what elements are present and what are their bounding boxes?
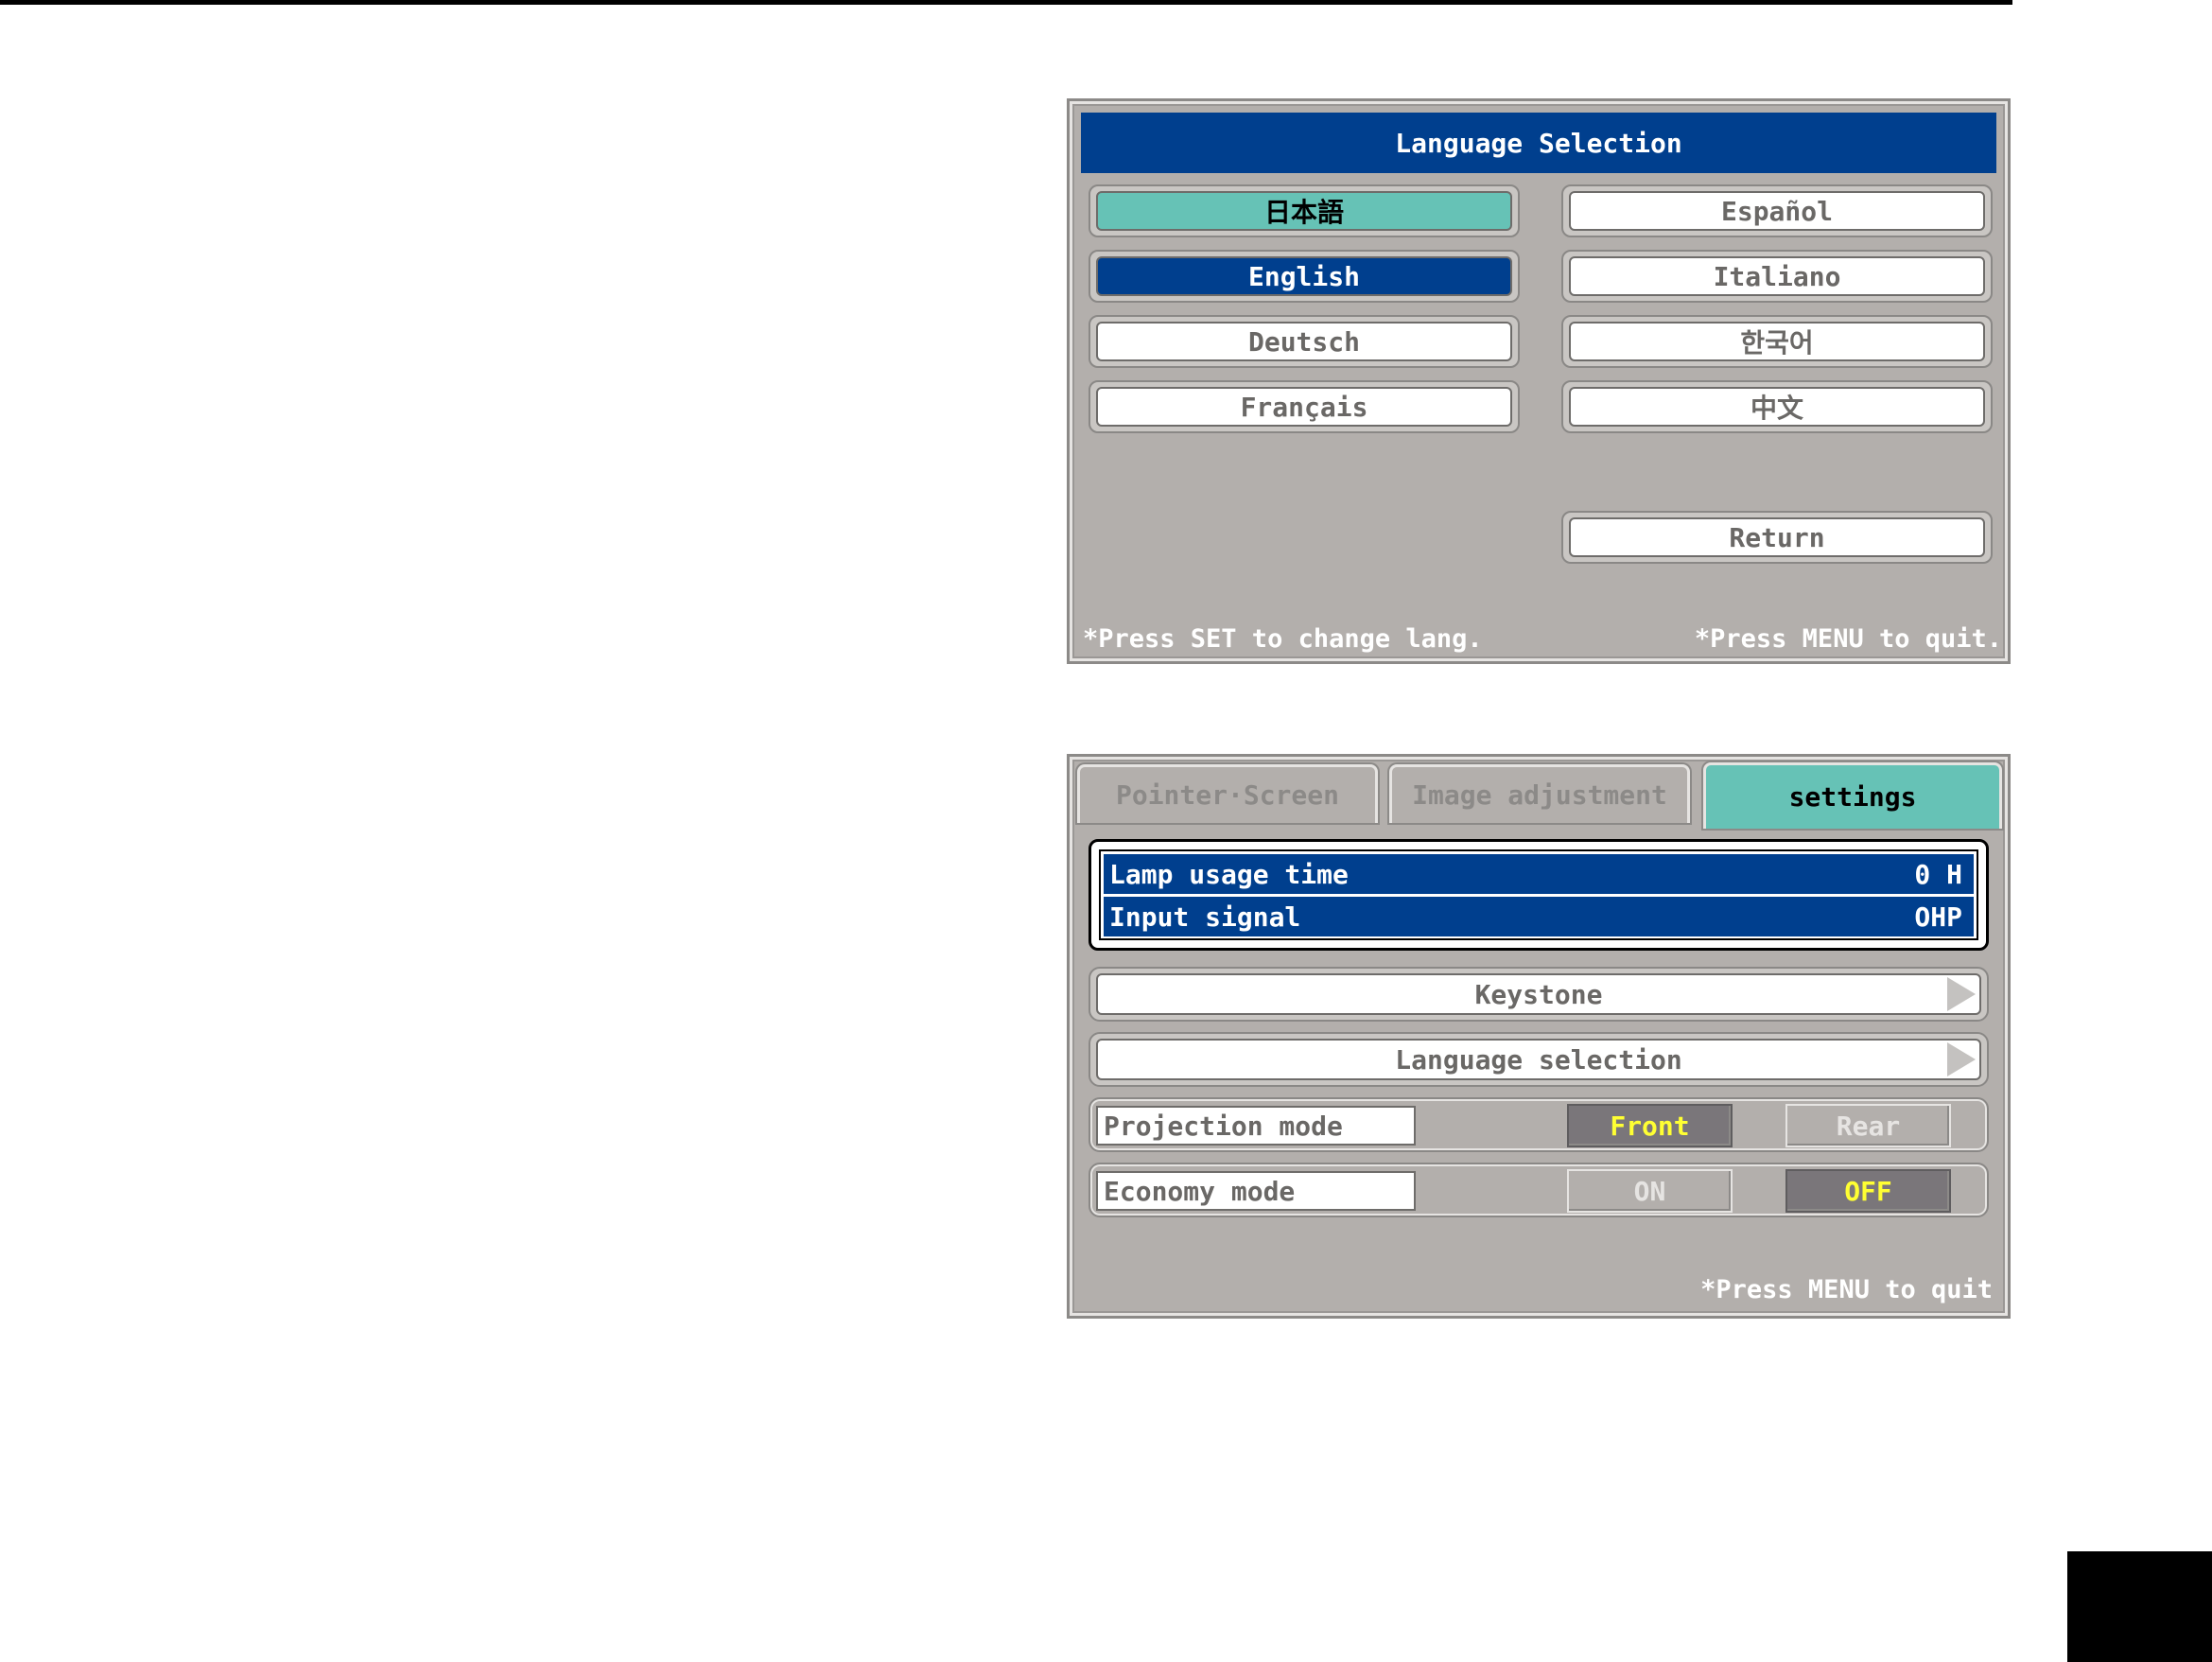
- lang-button-spanish[interactable]: Español: [1561, 184, 1993, 237]
- lang-button-english[interactable]: English: [1089, 250, 1520, 303]
- lang-button-german[interactable]: Deutsch: [1089, 315, 1520, 368]
- dialog-title: Language Selection: [1081, 113, 1996, 173]
- projection-mode-label: Projection mode: [1096, 1106, 1416, 1146]
- lang-button-korean[interactable]: 한국어: [1561, 315, 1993, 368]
- lamp-usage-label: Lamp usage time: [1109, 858, 1349, 890]
- lang-label-english: English: [1096, 256, 1512, 296]
- language-selection-button[interactable]: Language selection: [1089, 1032, 1989, 1087]
- input-signal-label: Input signal: [1109, 901, 1301, 933]
- arrow-right-icon: [1947, 1042, 1976, 1076]
- lang-button-french[interactable]: Français: [1089, 380, 1520, 433]
- language-selection-label: Language selection: [1395, 1043, 1682, 1076]
- lang-label-chinese: 中文: [1569, 387, 1985, 427]
- language-selection-dialog: Language Selection 日本語 English Deutsch F…: [1067, 98, 2011, 664]
- projection-rear-option[interactable]: Rear: [1785, 1104, 1951, 1147]
- lang-label-french: Français: [1096, 387, 1512, 427]
- page-tab-marker: [2067, 1551, 2212, 1662]
- tab-image-adjustment[interactable]: Image adjustment: [1389, 764, 1690, 823]
- lang-button-chinese[interactable]: 中文: [1561, 380, 1993, 433]
- return-label: Return: [1569, 517, 1985, 557]
- arrow-right-icon: [1947, 977, 1976, 1011]
- footer-hint-menu: *Press MENU to quit: [1700, 1275, 1993, 1304]
- lang-button-japanese[interactable]: 日本語: [1089, 184, 1520, 237]
- economy-mode-row: Economy mode ON OFF: [1089, 1163, 1989, 1217]
- tab-settings[interactable]: settings: [1703, 762, 2002, 829]
- top-rule: [0, 0, 2012, 5]
- footer-hint-menu: *Press MENU to quit.: [1694, 624, 2002, 654]
- projection-mode-row: Projection mode Front Rear: [1089, 1097, 1989, 1152]
- status-info-box: Lamp usage time 0 H Input signal OHP: [1089, 839, 1989, 951]
- projection-front-option[interactable]: Front: [1567, 1104, 1733, 1147]
- tab-pointer-screen[interactable]: Pointer·Screen: [1077, 764, 1378, 823]
- lang-label-japanese: 日本語: [1096, 191, 1512, 231]
- economy-off-option[interactable]: OFF: [1785, 1169, 1951, 1213]
- economy-on-option[interactable]: ON: [1567, 1169, 1733, 1213]
- lamp-usage-value: 0 H: [1914, 858, 1962, 890]
- keystone-button[interactable]: Keystone: [1089, 967, 1989, 1022]
- input-signal-value: OHP: [1914, 901, 1962, 933]
- lang-label-german: Deutsch: [1096, 322, 1512, 361]
- lang-label-italian: Italiano: [1569, 256, 1985, 296]
- economy-mode-label: Economy mode: [1096, 1171, 1416, 1211]
- lang-button-italian[interactable]: Italiano: [1561, 250, 1993, 303]
- input-signal-row: Input signal OHP: [1104, 897, 1974, 936]
- footer-hint-set: *Press SET to change lang.: [1083, 624, 1483, 654]
- lang-label-korean: 한국어: [1569, 322, 1985, 361]
- keystone-label: Keystone: [1474, 978, 1603, 1010]
- return-button[interactable]: Return: [1561, 511, 1993, 564]
- lang-label-spanish: Español: [1569, 191, 1985, 231]
- settings-menu: Pointer·Screen Image adjustment settings…: [1067, 754, 2011, 1319]
- lamp-usage-row: Lamp usage time 0 H: [1104, 854, 1974, 894]
